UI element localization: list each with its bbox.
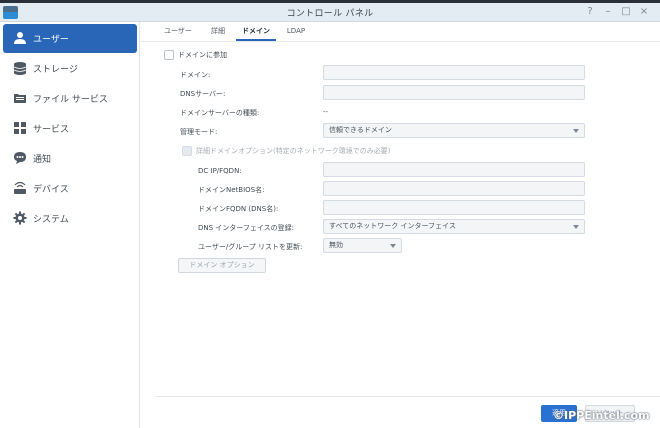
window-titlebar: コントロール パネル ? – □ × <box>0 3 660 22</box>
sidebar-item-label: システム <box>33 215 69 225</box>
storage-icon <box>13 62 27 75</box>
netbios-field[interactable] <box>323 181 585 196</box>
tab-advanced[interactable]: 詳細 <box>206 22 230 41</box>
chevron-down-icon <box>573 225 579 229</box>
dc-ip-label: DC IP/FQDN: <box>198 167 242 175</box>
sidebar-item-notification[interactable]: 通知 <box>3 144 137 173</box>
advanced-domain-options-checkbox[interactable] <box>182 146 192 156</box>
window-title: コントロール パネル <box>286 9 374 19</box>
tab-domain[interactable]: ドメイン <box>236 22 276 41</box>
refresh-list-value: 無効 <box>329 241 343 249</box>
dns-server-field[interactable] <box>323 85 585 100</box>
refresh-list-select[interactable]: 無効 <box>323 238 402 253</box>
advanced-domain-options-label: 詳細ドメインオプション(特定のネットワーク環境でのみ必要) <box>196 147 391 155</box>
join-domain-checkbox[interactable] <box>164 50 174 60</box>
main-panel: ユーザー 詳細 ドメイン LDAP ドメインに参加 ドメイン: DNSサーバー:… <box>141 22 660 428</box>
management-mode-value: 信頼できるドメイン <box>329 126 392 134</box>
dns-register-select[interactable]: すべてのネットワーク インターフェイス <box>323 219 585 234</box>
sidebar-item-storage[interactable]: ストレージ <box>3 54 137 83</box>
sidebar-item-users[interactable]: ユーザー <box>3 24 137 53</box>
dc-ip-field[interactable] <box>323 162 585 177</box>
device-icon <box>14 181 26 194</box>
sidebar-item-label: ストレージ <box>33 65 78 75</box>
domain-field[interactable] <box>323 65 585 80</box>
system-gear-icon <box>13 211 27 225</box>
sidebar-item-label: ユーザー <box>33 35 69 45</box>
user-icon <box>14 32 26 44</box>
help-icon[interactable]: ? <box>583 5 597 19</box>
management-mode-label: 管理モード: <box>180 128 218 136</box>
sidebar-item-label: サービス <box>33 125 70 135</box>
watermark: ©IPPEintel.com <box>553 409 650 422</box>
notification-icon <box>14 152 26 164</box>
sidebar-item-services[interactable]: サービス <box>3 114 137 143</box>
server-type-label: ドメインサーバーの種類: <box>180 109 260 117</box>
sidebar-item-label: ファイル サービス <box>33 95 108 105</box>
dns-register-value: すべてのネットワーク インターフェイス <box>329 222 456 230</box>
join-domain-label: ドメインに参加 <box>178 51 227 59</box>
fqdn-field[interactable] <box>323 200 585 215</box>
sidebar: ユーザー ストレージ ファイル サービス サービス 通知 デバイス システム <box>0 22 140 428</box>
sidebar-item-system[interactable]: システム <box>3 204 137 233</box>
close-icon[interactable]: × <box>637 5 651 19</box>
chevron-down-icon <box>390 244 396 248</box>
domain-options-button[interactable]: ドメイン オプション <box>178 258 266 273</box>
refresh-list-label: ユーザー/グループ リストを更新: <box>198 243 303 251</box>
sidebar-item-file-services[interactable]: ファイル サービス <box>3 84 137 113</box>
netbios-label: ドメインNetBIOS名: <box>198 186 265 194</box>
tab-divider <box>141 41 660 42</box>
minimize-icon[interactable]: – <box>601 5 615 19</box>
domain-label: ドメイン: <box>180 71 211 79</box>
footer-divider <box>156 396 660 397</box>
dns-register-label: DNS インターフェイスの登録: <box>198 224 295 232</box>
fqdn-label: ドメインFQDN (DNS名): <box>198 205 279 213</box>
sidebar-item-device[interactable]: デバイス <box>3 174 137 203</box>
dns-server-label: DNSサーバー: <box>180 90 226 98</box>
tab-ldap[interactable]: LDAP <box>282 22 310 41</box>
maximize-icon[interactable]: □ <box>619 5 633 19</box>
sidebar-item-label: 通知 <box>33 155 52 165</box>
file-services-icon <box>14 94 26 103</box>
tab-users[interactable]: ユーザー <box>156 22 200 41</box>
server-type-value: -- <box>323 108 329 116</box>
chevron-down-icon <box>573 129 579 133</box>
services-icon <box>14 122 26 134</box>
management-mode-select[interactable]: 信頼できるドメイン <box>323 123 585 138</box>
sidebar-item-label: デバイス <box>33 185 69 195</box>
